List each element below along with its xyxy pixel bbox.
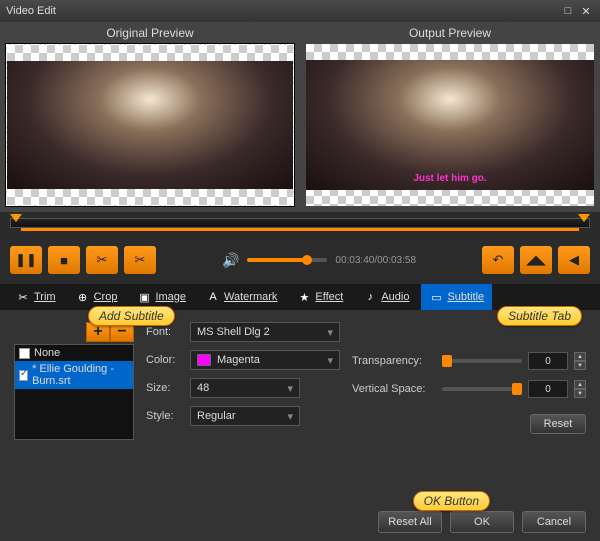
size-label: Size:	[146, 382, 182, 394]
size-value: 48	[197, 382, 209, 394]
subtitle-properties: Font: MS Shell Dlg 2 Color: Magenta Size…	[146, 322, 340, 440]
maximize-button[interactable]: □	[560, 4, 576, 18]
tab-audio[interactable]: ♪ Audio	[355, 284, 417, 310]
vspace-label: Vertical Space:	[352, 383, 436, 395]
original-preview-column: Original Preview	[0, 22, 300, 212]
font-value: MS Shell Dlg 2	[197, 326, 270, 338]
crop-icon: ⊕	[76, 290, 90, 304]
watermark-icon: A	[206, 290, 220, 304]
image-icon: ▣	[137, 290, 151, 304]
output-preview-label: Output Preview	[300, 22, 600, 44]
tab-crop-label: Crop	[94, 291, 118, 303]
undo-button[interactable]: ↶	[482, 246, 514, 274]
trim-start-handle[interactable]	[10, 214, 22, 222]
size-dropdown[interactable]: 48	[190, 378, 300, 398]
vspace-slider[interactable]	[442, 387, 522, 391]
output-video-frame: Just let him go.	[306, 60, 594, 190]
vspace-value[interactable]: 0	[528, 380, 568, 398]
window-title: Video Edit	[6, 5, 56, 17]
style-value: Regular	[197, 410, 236, 422]
transparency-value[interactable]: 0	[528, 352, 568, 370]
tab-subtitle[interactable]: ▭ Subtitle	[421, 284, 492, 310]
note-icon: ♪	[363, 290, 377, 304]
output-preview-column: Output Preview Just let him go.	[300, 22, 600, 212]
tab-watermark-label: Watermark	[224, 291, 277, 303]
time-display: 00:03:40/00:03:58	[335, 255, 416, 266]
subtitle-panel: Add Subtitle Subtitle Tab + − None * Ell…	[0, 310, 600, 503]
style-label: Style:	[146, 410, 182, 422]
close-button[interactable]: ✕	[578, 4, 594, 18]
subtitle-item-file-label: * Ellie Goulding - Burn.srt	[32, 363, 129, 387]
font-label: Font:	[146, 326, 182, 338]
volume-slider[interactable]	[247, 258, 327, 262]
tab-audio-label: Audio	[381, 291, 409, 303]
footer: OK Button Reset All OK Cancel	[0, 503, 600, 541]
tab-effect[interactable]: ★ Effect	[289, 284, 351, 310]
tab-watermark[interactable]: A Watermark	[198, 284, 285, 310]
original-video-frame	[7, 61, 293, 189]
flip-button[interactable]: ◢◣	[520, 246, 552, 274]
cut-in-button[interactable]: ✂	[86, 246, 118, 274]
checkbox-file[interactable]	[19, 370, 28, 381]
callout-subtitle-tab: Subtitle Tab	[497, 306, 582, 326]
scissors-icon: ✂	[16, 290, 30, 304]
tab-image-label: Image	[155, 291, 186, 303]
color-value: Magenta	[217, 354, 260, 366]
subtitle-item-none[interactable]: None	[15, 345, 133, 361]
vspace-stepper[interactable]: ▲▼	[574, 380, 586, 398]
subtitle-sliders: Transparency: 0 ▲▼ Vertical Space: 0 ▲▼ …	[352, 352, 586, 440]
output-preview: Just let him go.	[306, 44, 594, 206]
transparency-label: Transparency:	[352, 355, 436, 367]
tab-subtitle-label: Subtitle	[447, 291, 484, 303]
subtitle-icon: ▭	[429, 290, 443, 304]
video-edit-window: Video Edit □ ✕ Original Preview Output P…	[0, 0, 600, 541]
trim-end-handle[interactable]	[578, 214, 590, 222]
star-icon: ★	[297, 290, 311, 304]
stop-button[interactable]: ■	[48, 246, 80, 274]
pause-button[interactable]: ❚❚	[10, 246, 42, 274]
rotate-button[interactable]: ◀	[558, 246, 590, 274]
titlebar: Video Edit □ ✕	[0, 0, 600, 22]
subtitle-list[interactable]: None * Ellie Goulding - Burn.srt	[14, 344, 134, 440]
cancel-button[interactable]: Cancel	[522, 511, 586, 533]
subtitle-list-area: + − None * Ellie Goulding - Burn.srt	[14, 322, 134, 440]
tab-effect-label: Effect	[315, 291, 343, 303]
subtitle-item-file[interactable]: * Ellie Goulding - Burn.srt	[15, 361, 133, 389]
color-dropdown[interactable]: Magenta	[190, 350, 340, 370]
color-label: Color:	[146, 354, 182, 366]
subtitle-item-none-label: None	[34, 347, 60, 359]
color-swatch	[197, 354, 211, 366]
tab-trim-label: Trim	[34, 291, 56, 303]
callout-ok-button: OK Button	[413, 491, 490, 511]
checkbox-none[interactable]	[19, 348, 30, 359]
callout-add-subtitle: Add Subtitle	[88, 306, 175, 326]
transport-controls: ❚❚ ■ ✂ ✂ 🔊 00:03:40/00:03:58 ↶ ◢◣ ◀	[0, 236, 600, 284]
original-preview-label: Original Preview	[0, 22, 300, 44]
transparency-stepper[interactable]: ▲▼	[574, 352, 586, 370]
volume-icon: 🔊	[222, 252, 239, 269]
font-dropdown[interactable]: MS Shell Dlg 2	[190, 322, 340, 342]
reset-all-button[interactable]: Reset All	[378, 511, 442, 533]
tab-trim[interactable]: ✂ Trim	[8, 284, 64, 310]
subtitle-overlay-text: Just let him go.	[306, 173, 594, 184]
preview-area: Original Preview Output Preview Just let…	[0, 22, 600, 212]
transparency-slider[interactable]	[442, 359, 522, 363]
ok-button[interactable]: OK	[450, 511, 514, 533]
original-preview[interactable]	[6, 44, 294, 206]
cut-out-button[interactable]: ✂	[124, 246, 156, 274]
timeline[interactable]	[0, 212, 600, 236]
style-dropdown[interactable]: Regular	[190, 406, 300, 426]
reset-button[interactable]: Reset	[530, 414, 586, 434]
